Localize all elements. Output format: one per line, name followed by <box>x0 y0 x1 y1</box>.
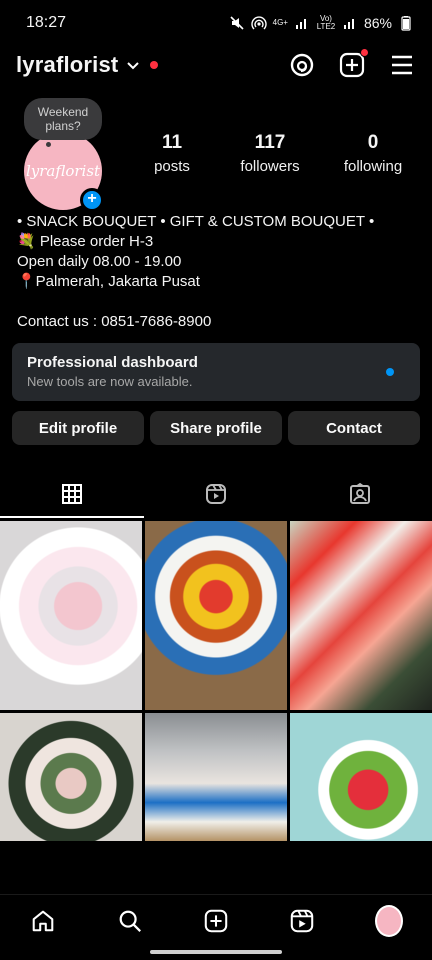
signal-2-icon <box>343 19 354 29</box>
tab-posts[interactable] <box>0 470 144 518</box>
bio-line: Open daily 08.00 - 19.00 <box>17 253 182 270</box>
post-grid <box>0 521 432 841</box>
professional-dashboard-card[interactable]: Professional dashboard New tools are now… <box>12 343 420 401</box>
profile-stats: 11 posts 117 followers 0 following <box>130 132 420 175</box>
post-thumbnail[interactable] <box>0 713 142 841</box>
stat-value: 117 <box>254 132 286 153</box>
create-button[interactable] <box>338 48 369 79</box>
hotspot-icon <box>251 16 267 30</box>
grid-icon <box>62 484 82 504</box>
nav-create[interactable] <box>202 907 230 935</box>
reels-icon <box>206 484 226 504</box>
bio-line: 📍Palmerah, Jakarta Pusat <box>17 273 200 290</box>
search-icon <box>119 910 141 932</box>
battery-percent: 86% <box>363 15 392 31</box>
stat-following[interactable]: 0 following <box>326 132 420 175</box>
stat-label: followers <box>240 158 300 175</box>
home-gesture-bar[interactable] <box>150 950 282 954</box>
menu-icon[interactable] <box>388 51 416 79</box>
profile-avatar[interactable]: lyraflorist + <box>24 132 104 212</box>
stat-label: following <box>343 158 403 175</box>
dashboard-subtitle: New tools are now available. <box>27 374 193 389</box>
new-indicator-dot <box>386 368 394 376</box>
nav-home[interactable] <box>29 907 57 935</box>
chevron-down-icon[interactable] <box>126 58 140 72</box>
tagged-icon <box>350 482 370 504</box>
stat-value: 0 <box>367 132 379 153</box>
tab-reels[interactable] <box>144 470 288 518</box>
post-thumbnail[interactable] <box>145 713 287 841</box>
bio-contact: Contact us : 0851-7686-8900 <box>17 313 212 330</box>
profile-header: lyraflorist <box>0 46 432 84</box>
dashboard-title: Professional dashboard <box>27 354 198 371</box>
note-bubble[interactable]: Weekend plans? <box>24 98 102 140</box>
network-label: 4G+ <box>272 18 288 27</box>
bio-line: 💐 Please order H-3 <box>17 233 154 250</box>
note-bubble-tail <box>46 142 51 147</box>
bottom-navigation <box>0 894 432 946</box>
post-thumbnail[interactable] <box>0 521 142 710</box>
signal-icon <box>295 19 306 29</box>
lte-label: Vo) LTE2 <box>316 14 336 31</box>
post-thumbnail[interactable] <box>290 521 432 710</box>
nav-search[interactable] <box>116 907 144 935</box>
status-time: 18:27 <box>26 14 67 31</box>
content-tabs <box>0 470 432 518</box>
battery-icon <box>401 16 411 31</box>
status-bar: 18:27 4G+ Vo) LTE2 86% <box>0 0 432 46</box>
add-story-button[interactable]: + <box>80 188 104 212</box>
create-notification-dot <box>360 48 369 57</box>
edit-profile-button[interactable]: Edit profile <box>12 411 144 445</box>
plus-square-icon <box>204 909 228 932</box>
home-icon <box>32 910 54 931</box>
status-icons: 4G+ Vo) LTE2 86% <box>229 15 414 31</box>
threads-icon[interactable] <box>288 51 316 79</box>
stat-posts[interactable]: 11 posts <box>130 132 214 175</box>
username-switcher[interactable]: lyraflorist <box>16 52 118 78</box>
mute-icon <box>230 16 244 30</box>
header-actions <box>288 48 416 79</box>
nav-reels[interactable] <box>288 907 316 935</box>
tab-tagged[interactable] <box>288 470 432 518</box>
bio-spacer <box>17 292 417 312</box>
share-profile-button[interactable]: Share profile <box>150 411 282 445</box>
profile-bio: • SNACK BOUQUET • GIFT & CUSTOM BOUQUET … <box>17 212 417 332</box>
stat-value: 11 <box>161 132 183 153</box>
stat-label: posts <box>154 158 190 175</box>
contact-button[interactable]: Contact <box>288 411 420 445</box>
nav-profile[interactable] <box>374 904 403 937</box>
profile-actions: Edit profile Share profile Contact <box>12 411 420 445</box>
avatar-logo-text: lyraflorist <box>25 162 101 180</box>
post-thumbnail[interactable] <box>145 521 287 710</box>
reels-icon <box>291 909 314 932</box>
notification-dot <box>150 61 159 69</box>
avatar <box>374 904 403 937</box>
bio-line: • SNACK BOUQUET • GIFT & CUSTOM BOUQUET … <box>17 213 375 230</box>
stat-followers[interactable]: 117 followers <box>214 132 326 175</box>
post-thumbnail[interactable] <box>290 713 432 841</box>
